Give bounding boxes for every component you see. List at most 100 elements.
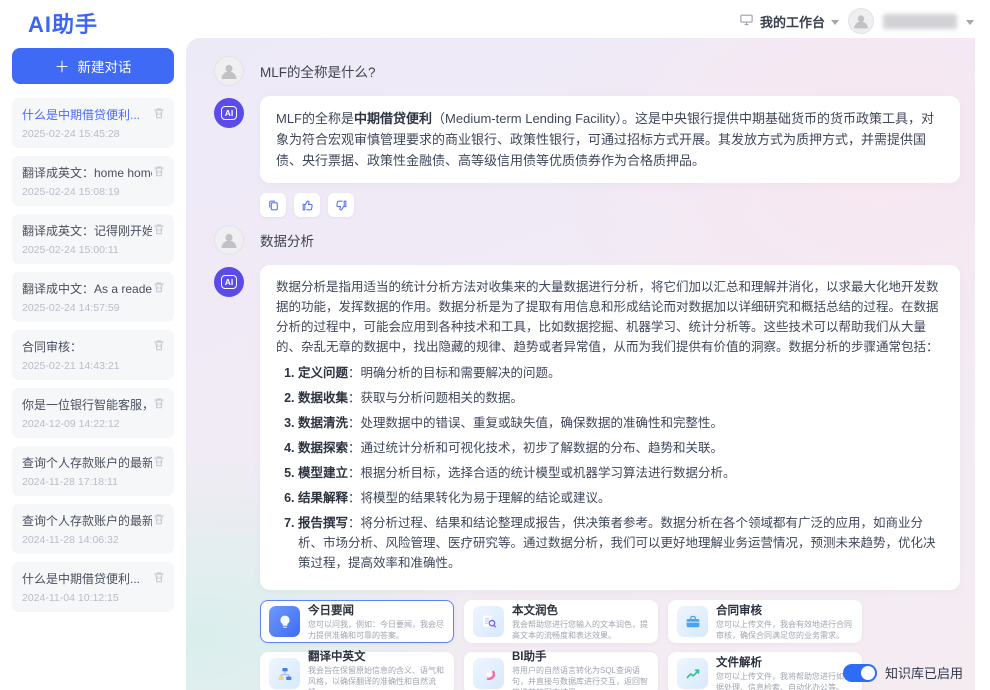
step-desc: ：处理数据中的错误、重复或缺失值，确保数据的准确性和完整性。 — [348, 416, 723, 430]
sidebar-item-conversation[interactable]: 翻译成中文：As a reader... 2025-02-24 14:57:59 — [12, 272, 174, 322]
username-redacted — [883, 14, 957, 29]
list-item: 数据探索：通过统计分析和可视化技术，初步了解数据的分布、趋势和关联。 — [298, 438, 944, 458]
trash-icon[interactable] — [152, 280, 166, 294]
trash-icon[interactable] — [152, 338, 166, 352]
list-item: 数据清洗：处理数据中的错误、重复或缺失值，确保数据的准确性和完整性。 — [298, 413, 944, 433]
user-message: 数据分析 — [214, 225, 965, 255]
ai-message-bubble: MLF的全称是中期借贷便利（Medium-term Lending Facili… — [260, 96, 960, 183]
card-translate[interactable]: 翻译中英文 我会旨在保留原始信息的含义、语气和风格，以确保翻译的准确性和自然流畅… — [260, 652, 454, 690]
step-term: 数据清洗 — [298, 416, 348, 430]
trash-icon[interactable] — [152, 106, 166, 120]
list-item: 数据收集：获取与分析问题相关的数据。 — [298, 388, 944, 408]
card-desc: 我会帮助您进行您输入的文本润色，提高文本的流畅度和表达效果。 — [512, 620, 654, 642]
card-title: 今日要闻 — [308, 602, 450, 618]
card-desc: 将用户的自然语言转化为SQL查询语句，并直接与数据库进行交互，返回智能推荐的图表… — [512, 666, 654, 690]
conversation-time: 2024-11-04 10:12:15 — [22, 592, 164, 604]
feature-cards: 今日要闻 您可以问我，例如：今日要闻，我会尽力提供准确和可靠的答案。 本文润色 … — [260, 600, 965, 690]
answer-text: 数据分析是指用适当的统计分析方法对收集来的大量数据进行分析，将它们加以汇总和理解… — [276, 280, 939, 354]
conversation-time: 2025-02-24 15:00:11 — [22, 244, 164, 256]
conversation-title: 翻译成英文：home home — [22, 164, 152, 181]
thumbs-down-button[interactable] — [328, 193, 354, 217]
chevron-down-icon[interactable] — [966, 20, 974, 25]
thumbs-up-button[interactable] — [294, 193, 320, 217]
workbench-label: 我的工作台 — [760, 12, 825, 31]
card-file-parse[interactable]: 文件解析 您可以上传文件，我将帮助您进行如数据处理、信息检索、自动化办公等。 — [668, 652, 862, 690]
ai-badge: AI — [221, 106, 238, 120]
app-window: AI助手 我的工作台 ＋ 新建对话 什么是中期借贷便利... 2025-02-2… — [0, 0, 990, 690]
conversation-title: 什么是中期借贷便利... — [22, 570, 152, 587]
conversation-time: 2025-02-24 15:45:28 — [22, 128, 164, 140]
conversation-time: 2024-12-09 14:22:12 — [22, 418, 164, 430]
step-desc: ：获取与分析问题相关的数据。 — [348, 391, 523, 405]
step-desc: ：根据分析目标，选择合适的统计模型或机器学习算法进行数据分析。 — [348, 466, 736, 480]
card-desc: 您可以上传文件，我会有效地进行合同审核，确保合同满足您的业务需求。 — [716, 620, 858, 642]
step-desc: ：将分析过程、结果和结论整理成报告，供决策者参考。数据分析在各个领域都有广泛的应… — [298, 516, 936, 570]
conversation-title: 查询个人存款账户的最新... — [22, 454, 152, 471]
user-avatar — [214, 56, 244, 86]
conversation-time: 2025-02-21 14:43:21 — [22, 360, 164, 372]
conversation-time: 2025-02-24 15:08:19 — [22, 186, 164, 198]
step-term: 数据收集 — [298, 391, 348, 405]
list-item: 报告撰写：将分析过程、结果和结论整理成报告，供决策者参考。数据分析在各个领域都有… — [298, 513, 944, 573]
sidebar-item-conversation[interactable]: 翻译成英文：记得刚开始... 2025-02-24 15:00:11 — [12, 214, 174, 264]
step-term: 结果解释 — [298, 491, 348, 505]
knowledge-base-label: 知识库已启用 — [885, 663, 963, 682]
answer-bold-text: 中期借贷便利 — [354, 111, 432, 126]
trash-icon[interactable] — [152, 454, 166, 468]
copy-button[interactable] — [260, 193, 286, 217]
ai-avatar: AI — [214, 267, 244, 297]
ai-message: AI MLF的全称是中期借贷便利（Medium-term Lending Fac… — [214, 96, 965, 183]
user-message-text: 数据分析 — [260, 230, 314, 250]
step-term: 数据探索 — [298, 441, 348, 455]
donut-chart-icon — [473, 658, 504, 689]
workbench-menu[interactable]: 我的工作台 — [739, 12, 839, 31]
app-logo: AI助手 — [28, 7, 98, 39]
card-text-polish[interactable]: 本文润色 我会帮助您进行您输入的文本润色，提高文本的流畅度和表达效果。 — [464, 600, 658, 643]
sidebar-item-conversation[interactable]: 查询个人存款账户的最新... 2024-11-28 17:18:11 — [12, 446, 174, 496]
new-chat-button[interactable]: ＋ 新建对话 — [12, 48, 174, 84]
user-message-text: MLF的全称是什么? — [260, 61, 376, 81]
trash-icon[interactable] — [152, 512, 166, 526]
card-title: 文件解析 — [716, 654, 858, 670]
trend-up-icon — [677, 658, 708, 689]
conversation-title: 翻译成中文：As a reader... — [22, 280, 152, 297]
card-today-news[interactable]: 今日要闻 您可以问我，例如：今日要闻，我会尽力提供准确和可靠的答案。 — [260, 600, 454, 643]
conversation-time: 2024-11-28 17:18:11 — [22, 476, 164, 488]
list-item: 模型建立：根据分析目标，选择合适的统计模型或机器学习算法进行数据分析。 — [298, 463, 944, 483]
ai-avatar: AI — [214, 98, 244, 128]
card-bi-assistant[interactable]: BI助手 将用户的自然语言转化为SQL查询语句，并直接与数据库进行交互，返回智能… — [464, 652, 658, 690]
card-desc: 您可以上传文件，我将帮助您进行如数据处理、信息检索、自动化办公等。 — [716, 672, 858, 690]
answer-text: MLF的全称是 — [276, 111, 354, 126]
conversation-time: 2025-02-24 14:57:59 — [22, 302, 164, 314]
step-desc: ：将模型的结果转化为易于理解的结论或建议。 — [348, 491, 611, 505]
sidebar-item-conversation[interactable]: 翻译成英文：home home 2025-02-24 15:08:19 — [12, 156, 174, 206]
doc-search-icon — [473, 606, 504, 637]
knowledge-base-toggle[interactable] — [843, 664, 877, 682]
sidebar-item-conversation[interactable]: 你是一位银行智能客服，... 2024-12-09 14:22:12 — [12, 388, 174, 438]
ai-message-bubble: 数据分析是指用适当的统计分析方法对收集来的大量数据进行分析，将它们加以汇总和理解… — [260, 265, 960, 590]
conversation-time: 2024-11-28 14:06:32 — [22, 534, 164, 546]
sidebar-item-conversation[interactable]: 查询个人存款账户的最新... 2024-11-28 14:06:32 — [12, 504, 174, 554]
conversation-title: 合同审核： — [22, 338, 152, 355]
trash-icon[interactable] — [152, 164, 166, 178]
sidebar-item-conversation[interactable]: 什么是中期借贷便利... 2025-02-24 15:45:28 — [12, 98, 174, 148]
user-avatar[interactable] — [848, 8, 874, 34]
sidebar-item-conversation[interactable]: 什么是中期借贷便利... 2024-11-04 10:12:15 — [12, 562, 174, 612]
card-title: BI助手 — [512, 648, 654, 664]
step-term: 定义问题 — [298, 366, 348, 380]
trash-icon[interactable] — [152, 570, 166, 584]
conversation-title: 你是一位银行智能客服，... — [22, 396, 152, 413]
chevron-down-icon — [831, 20, 839, 25]
card-contract-review[interactable]: 合同审核 您可以上传文件，我会有效地进行合同审核，确保合同满足您的业务需求。 — [668, 600, 862, 643]
conversation-title: 什么是中期借贷便利... — [22, 106, 152, 123]
conversation-title: 查询个人存款账户的最新... — [22, 512, 152, 529]
list-item: 定义问题：明确分析的目标和需要解决的问题。 — [298, 363, 944, 383]
card-title: 翻译中英文 — [308, 648, 450, 664]
trash-icon[interactable] — [152, 222, 166, 236]
step-desc: ：通过统计分析和可视化技术，初步了解数据的分布、趋势和关联。 — [348, 441, 723, 455]
trash-icon[interactable] — [152, 396, 166, 410]
card-desc: 我会旨在保留原始信息的含义、语气和风格，以确保翻译的准确性和自然流畅。 — [308, 666, 450, 690]
plus-icon: ＋ — [54, 56, 69, 77]
sidebar-item-conversation[interactable]: 合同审核： 2025-02-21 14:43:21 — [12, 330, 174, 380]
ai-message: AI 数据分析是指用适当的统计分析方法对收集来的大量数据进行分析，将它们加以汇总… — [214, 265, 965, 590]
